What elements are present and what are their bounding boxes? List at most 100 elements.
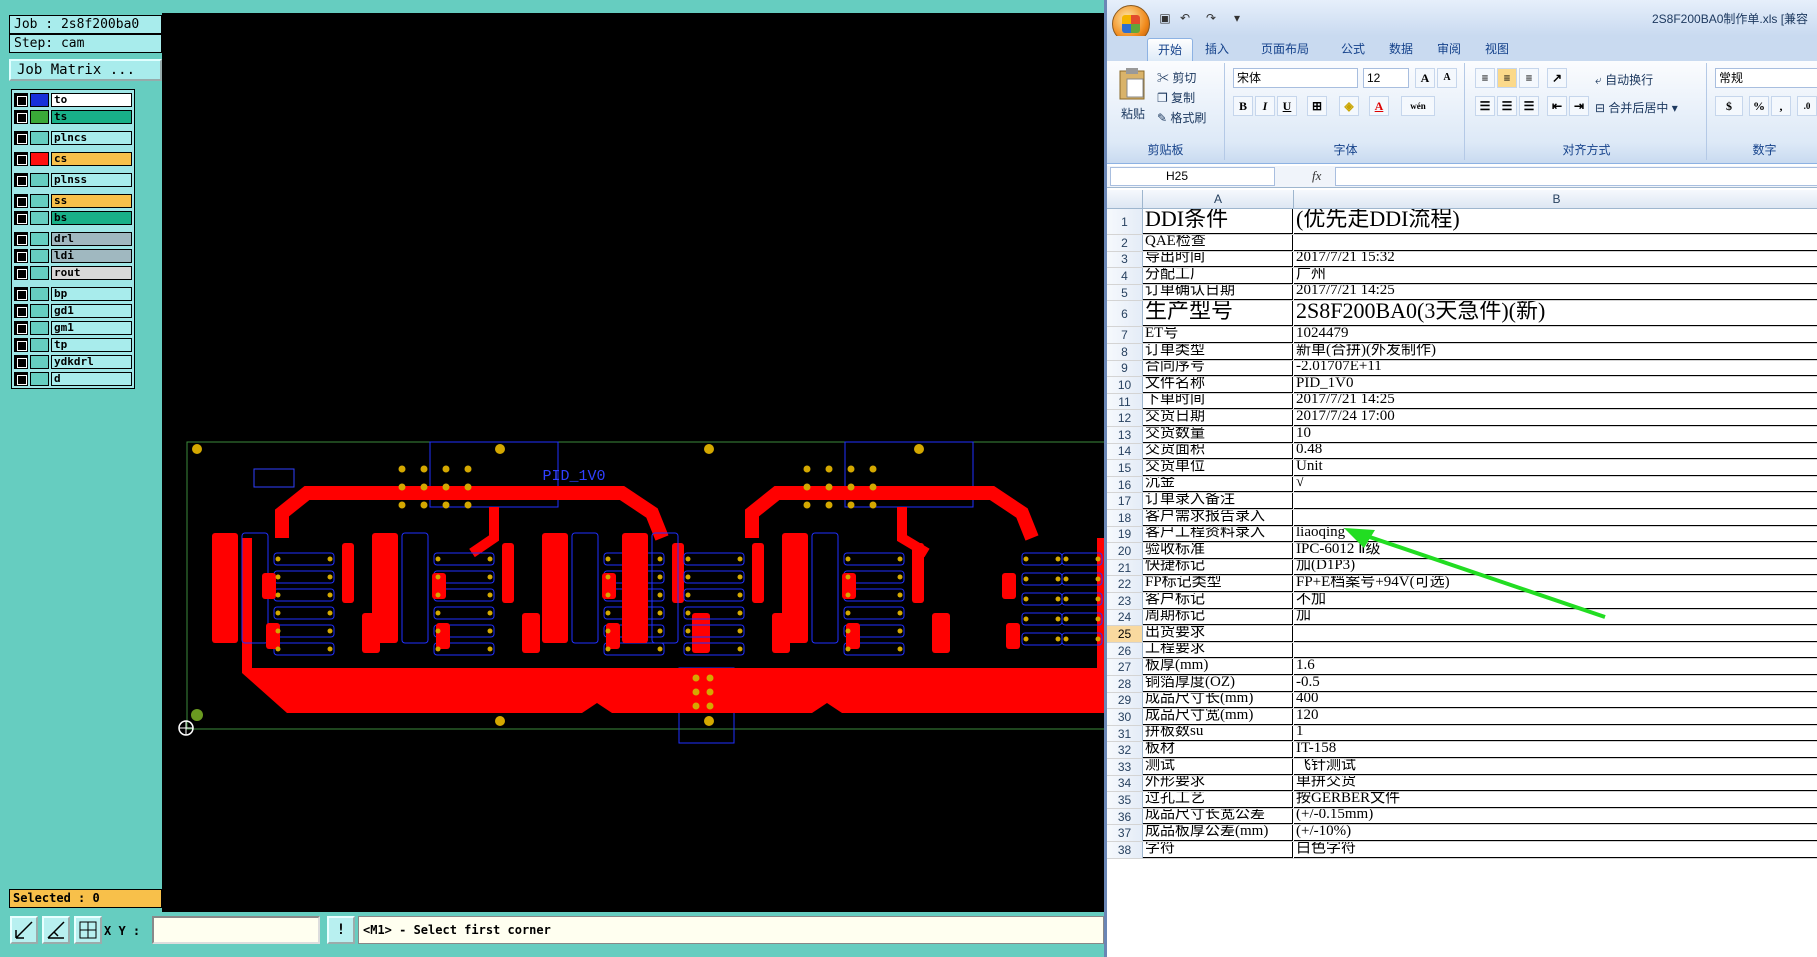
tab-1[interactable]: 插入 [1195,38,1239,61]
cell-a[interactable]: 成品尺寸长(mm) [1143,692,1293,709]
phonetic-button[interactable]: wén [1401,96,1435,116]
table-row[interactable]: 12 交货日期 2017/7/24 17:00 [1107,410,1817,427]
layer-color-swatch[interactable] [30,152,49,166]
layer-row[interactable]: ldi [14,248,132,264]
cell-a[interactable]: 订单确认日期 [1143,284,1293,301]
row-header[interactable]: 23 [1107,593,1143,609]
layer-name[interactable]: plncs [51,131,132,145]
row-header[interactable]: 3 [1107,251,1143,268]
layer-name[interactable]: d [51,372,132,386]
table-row[interactable]: 37 成品板厚公差(mm) (+/-10%) [1107,825,1817,842]
row-header[interactable]: 17 [1107,493,1143,509]
job-matrix-button[interactable]: Job Matrix ... [9,59,162,81]
row-header[interactable]: 7 [1107,327,1143,343]
table-row[interactable]: 31 拼板数su 1 [1107,725,1817,743]
cell-a[interactable]: 客户标记 [1143,593,1293,609]
format-painter-button[interactable]: ✎ 格式刷 [1157,109,1206,126]
cell-a[interactable]: QAE检查 [1143,235,1293,251]
row-header[interactable]: 24 [1107,609,1143,626]
cell-a[interactable]: 文件名称 [1143,377,1293,393]
cell-b[interactable]: 2017/7/24 17:00 [1294,410,1817,426]
cell-b[interactable]: 不加 [1294,593,1817,609]
decrease-indent-icon[interactable]: ⇤ [1547,96,1567,116]
layer-row[interactable]: bp [14,286,132,302]
select-all-corner[interactable] [1107,190,1143,209]
shrink-font-button[interactable]: A [1437,68,1457,88]
save-icon[interactable]: ▣ [1157,10,1173,26]
layer-color-swatch[interactable] [30,232,49,246]
layer-color-swatch[interactable] [30,211,49,225]
row-header[interactable]: 37 [1107,825,1143,841]
table-row[interactable]: 5 订单确认日期 2017/7/21 14:25 [1107,284,1817,302]
zoom-box-button[interactable] [10,916,38,944]
layer-name[interactable]: ldi [51,249,132,263]
layer-name[interactable]: tp [51,338,132,352]
table-row[interactable]: 25 出货要求 [1107,626,1817,643]
table-row[interactable]: 10 文件名称 PID_1V0 [1107,377,1817,394]
cell-b[interactable]: liaoqing [1294,527,1817,543]
row-header[interactable]: 10 [1107,377,1143,393]
row-header[interactable]: 4 [1107,268,1143,284]
layer-row[interactable]: drl [14,231,132,247]
number-format-select[interactable]: 常规 [1715,68,1817,88]
layer-name[interactable]: drl [51,232,132,246]
table-row[interactable]: 29 成品尺寸长(mm) 400 [1107,692,1817,710]
row-header[interactable]: 30 [1107,709,1143,725]
layer-checkbox[interactable] [14,321,28,335]
cell-b[interactable]: 400 [1294,693,1817,709]
layer-color-swatch[interactable] [30,338,49,352]
layer-row[interactable]: to [14,92,132,108]
layer-name[interactable]: gd1 [51,304,132,318]
row-header[interactable]: 27 [1107,659,1143,675]
xy-apply-button[interactable]: ! [327,916,355,944]
table-row[interactable]: 9 合同序号 -2.01707E+11 [1107,360,1817,378]
table-row[interactable]: 6 生产型号 2S8F200BA0(3天急件)(新) [1107,301,1817,328]
layer-color-swatch[interactable] [30,266,49,280]
layer-checkbox[interactable] [14,372,28,386]
cell-b[interactable]: -0.5 [1294,676,1817,692]
increase-indent-icon[interactable]: ⇥ [1569,96,1589,116]
graphic-canvas[interactable]: PID_1V0 [162,13,1118,913]
layer-color-swatch[interactable] [30,287,49,301]
cell-b[interactable]: 飞针测试 [1294,759,1817,775]
customize-qat-icon[interactable]: ▾ [1229,10,1245,26]
row-header[interactable]: 32 [1107,742,1143,758]
layer-checkbox[interactable] [14,304,28,318]
layer-name[interactable]: ydkdrl [51,355,132,369]
row-header[interactable]: 2 [1107,235,1143,251]
cell-a[interactable]: 交货单位 [1143,460,1293,476]
grow-font-button[interactable]: A [1415,68,1435,88]
cell-b[interactable]: 120 [1294,709,1817,725]
cell-b[interactable]: 广州 [1294,268,1817,284]
tab-4[interactable]: 数据 [1379,38,1423,61]
cell-b[interactable]: 加(D1P3) [1294,560,1817,576]
layer-checkbox[interactable] [14,287,28,301]
layer-checkbox[interactable] [14,338,28,352]
comma-button[interactable]: , [1771,96,1791,116]
layer-name[interactable]: plnss [51,173,132,187]
row-header[interactable]: 29 [1107,692,1143,709]
row-header[interactable]: 15 [1107,460,1143,476]
cell-a[interactable]: 交货日期 [1143,410,1293,426]
cell-a[interactable]: 验收标准 [1143,543,1293,559]
row-header[interactable]: 20 [1107,543,1143,559]
cell-a[interactable]: 成品尺寸长宽公差 [1143,808,1293,825]
row-header[interactable]: 18 [1107,510,1143,526]
cell-a[interactable]: 交货面积 [1143,443,1293,460]
row-header[interactable]: 22 [1107,576,1143,592]
table-row[interactable]: 17 订单录入备注 [1107,493,1817,510]
tab-2[interactable]: 页面布局 [1251,38,1319,61]
cell-a[interactable]: 成品板厚公差(mm) [1143,825,1293,841]
cell-b[interactable]: IPC-6012 Ⅱ级 [1294,543,1817,559]
table-row[interactable]: 2 QAE检查 [1107,235,1817,252]
row-header[interactable]: 31 [1107,725,1143,742]
cell-a[interactable]: 成品尺寸宽(mm) [1143,709,1293,725]
cell-a[interactable]: DDI条件 [1143,209,1293,234]
cell-b[interactable]: 1 [1294,726,1817,742]
cell-a[interactable]: FP标记类型 [1143,576,1293,592]
cell-b[interactable]: 2S8F200BA0(3天急件)(新) [1294,301,1817,327]
layer-color-swatch[interactable] [30,93,49,107]
table-row[interactable]: 21 快捷标记 加(D1P3) [1107,559,1817,577]
cell-a[interactable]: 测试 [1143,759,1293,775]
cell-a[interactable]: 沉金 [1143,476,1293,493]
